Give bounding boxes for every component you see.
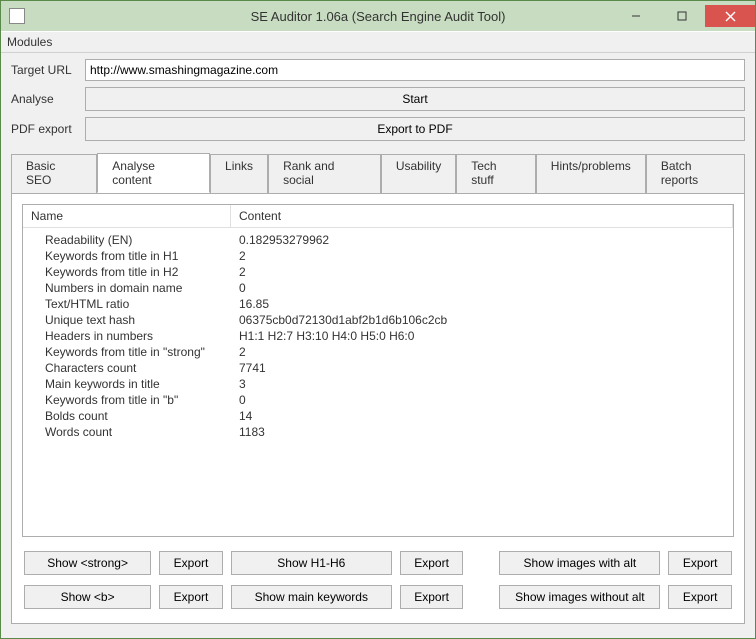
cell-content: 1183: [231, 424, 733, 440]
export-pdf-button[interactable]: Export to PDF: [85, 117, 745, 141]
minimize-icon: [631, 11, 641, 21]
cell-name: Words count: [23, 424, 231, 440]
analyse-row: Analyse Start: [11, 87, 745, 111]
menu-modules[interactable]: Modules: [7, 35, 52, 49]
cell-name: Headers in numbers: [23, 328, 231, 344]
cell-content: 06375cb0d72130d1abf2b1d6b106c2cb: [231, 312, 733, 328]
cell-name: Keywords from title in H2: [23, 264, 231, 280]
button-rows: Show <strong> Export Show H1-H6 Export S…: [22, 551, 734, 613]
cell-name: Characters count: [23, 360, 231, 376]
tab-analyse-content[interactable]: Analyse content: [97, 153, 210, 193]
show-strong-button[interactable]: Show <strong>: [24, 551, 151, 575]
cell-name: Keywords from title in "strong": [23, 344, 231, 360]
cell-name: Numbers in domain name: [23, 280, 231, 296]
cell-name: Keywords from title in "b": [23, 392, 231, 408]
table-row[interactable]: Headers in numbersH1:1 H2:7 H3:10 H4:0 H…: [23, 328, 733, 344]
titlebar: SE Auditor 1.06a (Search Engine Audit To…: [1, 1, 755, 31]
cell-name: Unique text hash: [23, 312, 231, 328]
table-row[interactable]: Main keywords in title3: [23, 376, 733, 392]
tabpage-analyse-content: Name Content Readability (EN)0.182953279…: [11, 193, 745, 624]
target-url-row: Target URL: [11, 59, 745, 81]
button-row-2: Show <b> Export Show main keywords Expor…: [24, 585, 732, 609]
table-row[interactable]: Bolds count14: [23, 408, 733, 424]
cell-content: 0: [231, 392, 733, 408]
app-icon: [9, 8, 25, 24]
pdf-export-row: PDF export Export to PDF: [11, 117, 745, 141]
tab-usability[interactable]: Usability: [381, 154, 456, 194]
window-buttons: [613, 5, 755, 27]
show-h1-h6-button[interactable]: Show H1-H6: [231, 551, 392, 575]
target-url-label: Target URL: [11, 63, 79, 77]
cell-content: 7741: [231, 360, 733, 376]
table-row[interactable]: Characters count7741: [23, 360, 733, 376]
results-table-header: Name Content: [23, 205, 733, 228]
export-images-without-alt-button[interactable]: Export: [668, 585, 732, 609]
table-row[interactable]: Unique text hash06375cb0d72130d1abf2b1d6…: [23, 312, 733, 328]
show-images-with-alt-button[interactable]: Show images with alt: [499, 551, 660, 575]
app-window: SE Auditor 1.06a (Search Engine Audit To…: [0, 0, 756, 639]
column-header-content[interactable]: Content: [231, 205, 733, 227]
table-row[interactable]: Readability (EN)0.182953279962: [23, 232, 733, 248]
client-area: Target URL Analyse Start PDF export Expo…: [1, 53, 755, 638]
table-row[interactable]: Keywords from title in H22: [23, 264, 733, 280]
close-icon: [725, 11, 736, 22]
tab-hints-problems[interactable]: Hints/problems: [536, 154, 646, 194]
export-main-keywords-button[interactable]: Export: [400, 585, 464, 609]
table-row[interactable]: Keywords from title in H12: [23, 248, 733, 264]
cell-content: 2: [231, 344, 733, 360]
export-h1-h6-button[interactable]: Export: [400, 551, 464, 575]
table-row[interactable]: Words count1183: [23, 424, 733, 440]
maximize-button[interactable]: [659, 5, 705, 27]
results-table-body: Readability (EN)0.182953279962Keywords f…: [23, 228, 733, 444]
cell-content: 0: [231, 280, 733, 296]
cell-name: Readability (EN): [23, 232, 231, 248]
tab-batch-reports[interactable]: Batch reports: [646, 154, 745, 194]
show-b-button[interactable]: Show <b>: [24, 585, 151, 609]
table-row[interactable]: Numbers in domain name0: [23, 280, 733, 296]
close-button[interactable]: [705, 5, 755, 27]
table-row[interactable]: Keywords from title in "strong"2: [23, 344, 733, 360]
column-header-name[interactable]: Name: [23, 205, 231, 227]
export-b-button[interactable]: Export: [159, 585, 223, 609]
table-row[interactable]: Keywords from title in "b"0: [23, 392, 733, 408]
show-images-without-alt-button[interactable]: Show images without alt: [499, 585, 660, 609]
show-main-keywords-button[interactable]: Show main keywords: [231, 585, 392, 609]
target-url-input[interactable]: [85, 59, 745, 81]
pdf-export-label: PDF export: [11, 122, 79, 136]
tabstrip: Basic SEO Analyse content Links Rank and…: [11, 153, 745, 193]
cell-content: H1:1 H2:7 H3:10 H4:0 H5:0 H6:0: [231, 328, 733, 344]
cell-name: Main keywords in title: [23, 376, 231, 392]
cell-content: 2: [231, 248, 733, 264]
cell-content: 14: [231, 408, 733, 424]
tab-tech-stuff[interactable]: Tech stuff: [456, 154, 536, 194]
minimize-button[interactable]: [613, 5, 659, 27]
cell-content: 2: [231, 264, 733, 280]
cell-name: Keywords from title in H1: [23, 248, 231, 264]
menubar: Modules: [1, 31, 755, 53]
tab-basic-seo[interactable]: Basic SEO: [11, 154, 97, 194]
results-table: Name Content Readability (EN)0.182953279…: [22, 204, 734, 537]
tab-links[interactable]: Links: [210, 154, 268, 194]
cell-content: 16.85: [231, 296, 733, 312]
tab-rank-and-social[interactable]: Rank and social: [268, 154, 381, 194]
cell-content: 0.182953279962: [231, 232, 733, 248]
cell-name: Bolds count: [23, 408, 231, 424]
cell-content: 3: [231, 376, 733, 392]
table-row[interactable]: Text/HTML ratio16.85: [23, 296, 733, 312]
button-row-1: Show <strong> Export Show H1-H6 Export S…: [24, 551, 732, 575]
maximize-icon: [677, 11, 687, 21]
cell-name: Text/HTML ratio: [23, 296, 231, 312]
export-images-with-alt-button[interactable]: Export: [668, 551, 732, 575]
start-button[interactable]: Start: [85, 87, 745, 111]
analyse-label: Analyse: [11, 92, 79, 106]
export-strong-button[interactable]: Export: [159, 551, 223, 575]
